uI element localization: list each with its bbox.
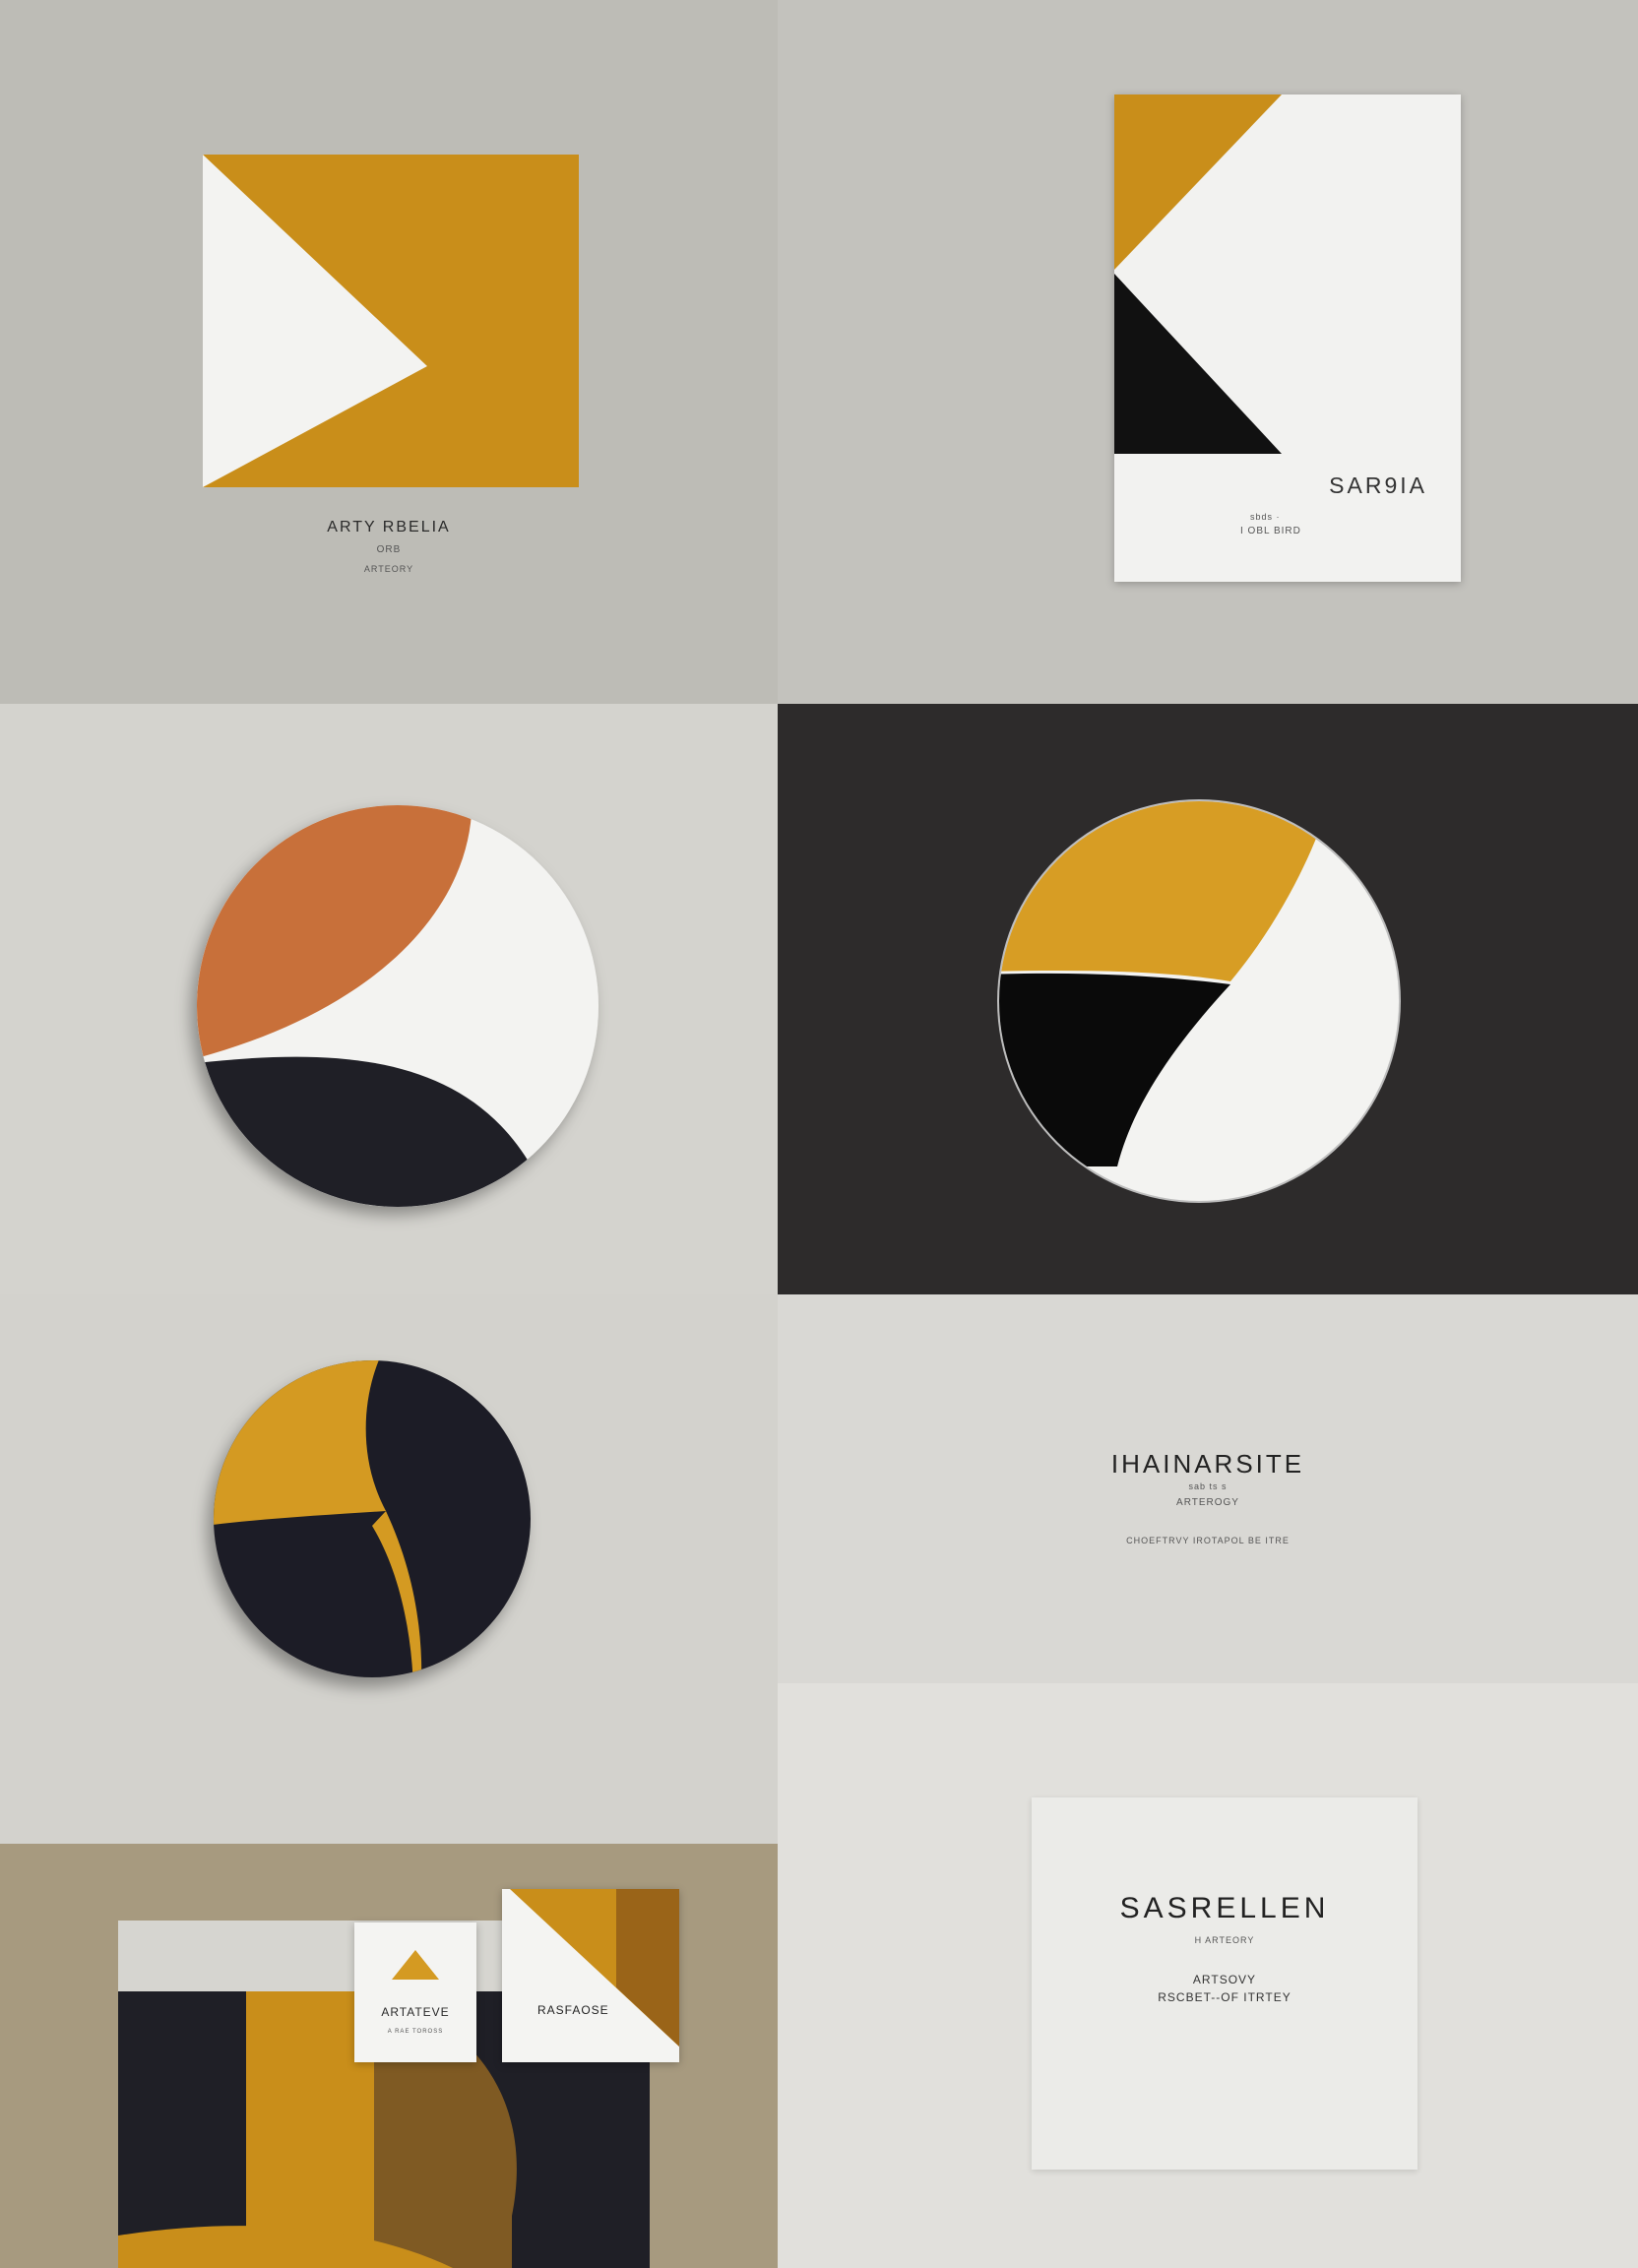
- p6-title: IHAINARSITE: [1110, 1449, 1305, 1479]
- poster-title: SAR9IA: [1329, 472, 1427, 498]
- gold-dark-circle-art: [214, 1360, 531, 1677]
- poster-black-triangle: [1114, 274, 1282, 454]
- panel-poster: SAR9IA sbds · I OBL BIRD: [778, 0, 1638, 704]
- p8-line-2: H ARTEORY: [1194, 1935, 1255, 1945]
- p1-caption: ARTEORY: [363, 564, 414, 574]
- p1-subtitle: ORB: [376, 544, 402, 555]
- brand-identity-moodboard: ARTY RBELIA ORB ARTEORY SAR9IA sbds · I …: [0, 0, 1638, 2268]
- orange-circle-art: [197, 805, 598, 1207]
- p8-title: SASRELLEN: [1119, 1892, 1330, 1924]
- panel-stationery: ARTATEVE A RAE TOROSS RASFAOSE: [0, 1844, 778, 2268]
- card-b-small: A RAE TOROSS: [387, 2029, 444, 2035]
- panel-triangle-square: ARTY RBELIA ORB ARTEORY: [0, 0, 778, 704]
- p6-line-2: sab ts s: [1188, 1481, 1228, 1491]
- text-card: SASRELLEN H ARTEORY ARTSOVY RSCBET--OF I…: [1032, 1797, 1418, 2170]
- card-diagonal: RASFAOSE: [502, 1889, 679, 2062]
- p6-line-4: CHOEFTRVY IROTAPOL BE ITRE: [1126, 1536, 1290, 1545]
- panel-dark-circle: [778, 704, 1638, 1294]
- p8-line-3: ARTSOVY: [1192, 1973, 1257, 1986]
- poster-card: SAR9IA sbds · I OBL BIRD: [1114, 94, 1461, 582]
- card-brown-diagonal: [616, 1889, 679, 2047]
- card-c-text: RASFAOSE: [537, 2003, 609, 2017]
- card-diagonal-art: [510, 1889, 679, 2047]
- poster-line-2: I OBL BIRD: [1240, 526, 1301, 536]
- p8-line-4: RSCBET--OF ITRTEY: [1158, 1990, 1292, 2004]
- triangle-square-art: [203, 155, 579, 487]
- panel-text-card: SASRELLEN H ARTEORY ARTSOVY RSCBET--OF I…: [778, 1683, 1638, 2268]
- poster-art: [1114, 94, 1282, 454]
- panel-orange-circle: [0, 704, 778, 1294]
- circle-gold-top: [214, 1360, 387, 1527]
- panel-gold-dark-circle: [0, 1294, 778, 1844]
- dark-circle-art: [997, 799, 1401, 1203]
- card-triangle-art: [392, 1950, 439, 1980]
- card-triangle: ARTATEVE A RAE TOROSS: [354, 1922, 476, 2062]
- poster-line-1: sbds ·: [1250, 512, 1281, 522]
- panel-wordmark: IHAINARSITE sab ts s ARTEROGY CHOEFTRVY …: [778, 1294, 1638, 1683]
- card-b-text: ARTATEVE: [381, 2005, 450, 2019]
- poster-gold-triangle: [1114, 94, 1282, 270]
- p6-line-3: ARTEROGY: [1176, 1497, 1239, 1508]
- card-gold-triangle: [392, 1950, 439, 1980]
- p1-title: ARTY RBELIA: [327, 519, 451, 536]
